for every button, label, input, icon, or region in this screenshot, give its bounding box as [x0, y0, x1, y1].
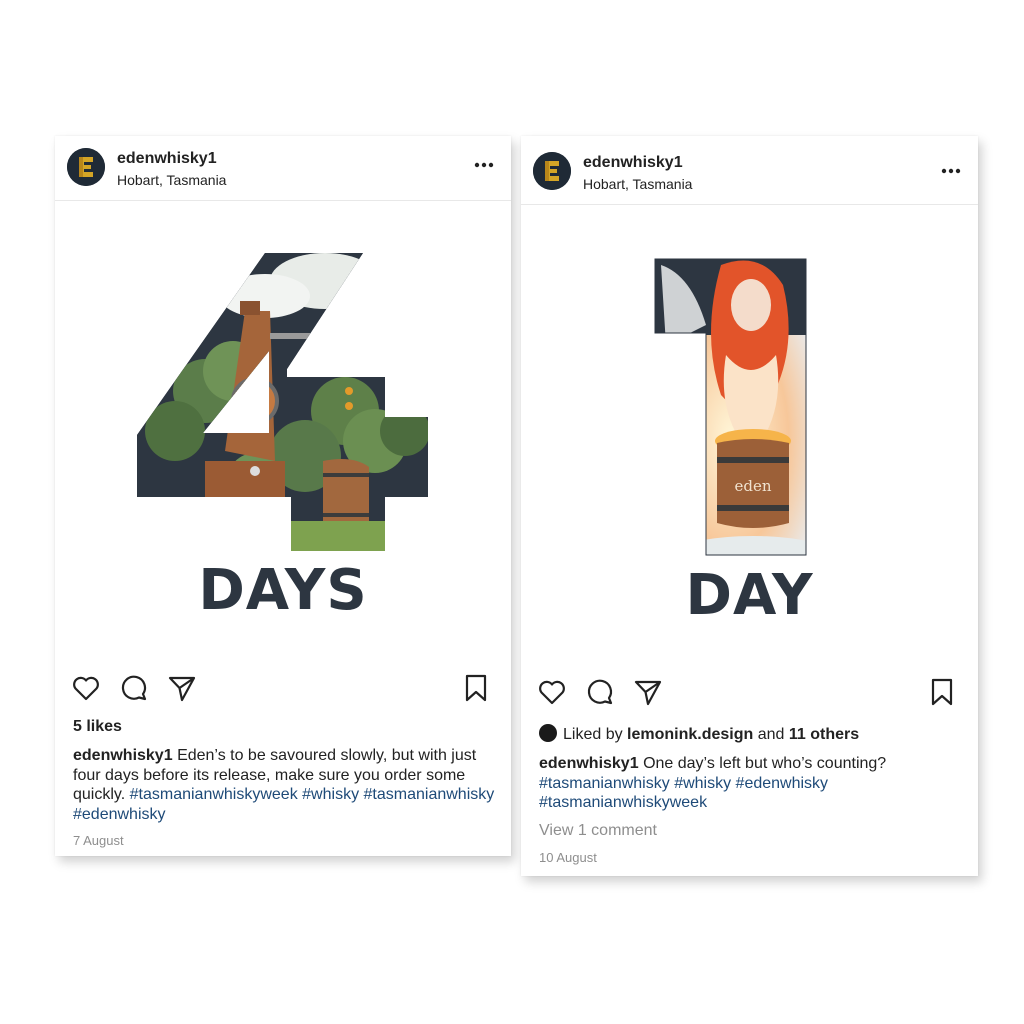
username[interactable]: edenwhisky1 [583, 154, 683, 172]
caption-username[interactable]: edenwhisky1 [539, 755, 639, 772]
view-comments-link[interactable]: View 1 comment [539, 822, 657, 840]
bookmark-icon[interactable] [461, 673, 491, 703]
liked-by[interactable]: Liked by lemonink.design and 11 others [539, 724, 859, 744]
eden-logo-icon[interactable] [67, 148, 105, 186]
hashtag[interactable]: #whisky [674, 775, 731, 792]
caption-username[interactable]: edenwhisky1 [73, 747, 173, 764]
liker-avatar[interactable] [539, 724, 557, 742]
post-header: edenwhisky1 Hobart, Tasmania [521, 136, 978, 205]
post-header: edenwhisky1 Hobart, Tasmania [55, 136, 511, 201]
caption-text: One day’s left but who’s counting? [643, 755, 887, 772]
barrel-label: eden [734, 477, 771, 495]
hashtag[interactable]: #edenwhisky [73, 806, 166, 823]
post-date: 7 August [73, 833, 124, 848]
share-icon[interactable] [633, 677, 663, 707]
liked-by-others[interactable]: 11 others [789, 726, 859, 743]
more-icon[interactable] [473, 158, 495, 172]
likes-count[interactable]: 5 likes [73, 718, 122, 736]
hashtag[interactable]: #tasmanianwhiskyweek [539, 794, 707, 811]
post-caption: edenwhisky1 One day’s left but who’s cou… [539, 754, 964, 813]
liked-by-prefix: Liked by [563, 726, 623, 743]
hashtag[interactable]: #tasmanianwhiskyweek [130, 786, 298, 803]
hashtag[interactable]: #edenwhisky [736, 775, 829, 792]
comment-icon[interactable] [585, 677, 615, 707]
hashtag[interactable]: #tasmanianwhisky [364, 786, 495, 803]
instagram-post-1: edenwhisky1 Hobart, Tasmania DAYS 5 like… [55, 136, 511, 856]
eden-logo-icon[interactable] [533, 152, 571, 190]
more-icon[interactable] [940, 164, 962, 178]
post-date: 10 August [539, 850, 597, 865]
hashtag[interactable]: #whisky [302, 786, 359, 803]
location[interactable]: Hobart, Tasmania [117, 172, 226, 188]
bookmark-icon[interactable] [927, 677, 957, 707]
comment-icon[interactable] [119, 673, 149, 703]
post-caption: edenwhisky1 Eden’s to be savoured slowly… [73, 746, 497, 824]
instagram-post-2: edenwhisky1 Hobart, Tasmania eden DAY Li… [521, 136, 978, 876]
post-image[interactable]: eden DAY [521, 205, 978, 663]
day-label: DAY [685, 563, 814, 628]
location[interactable]: Hobart, Tasmania [583, 176, 692, 192]
action-bar [55, 673, 511, 713]
heart-icon[interactable] [71, 673, 101, 703]
heart-icon[interactable] [537, 677, 567, 707]
hashtag[interactable]: #tasmanianwhisky [539, 775, 670, 792]
days-label: DAYS [198, 558, 368, 623]
liked-by-user[interactable]: lemonink.design [627, 726, 753, 743]
username[interactable]: edenwhisky1 [117, 150, 217, 168]
post-image[interactable]: DAYS [55, 201, 511, 657]
share-icon[interactable] [167, 673, 197, 703]
liked-by-joiner: and [757, 726, 785, 743]
action-bar [521, 677, 978, 717]
